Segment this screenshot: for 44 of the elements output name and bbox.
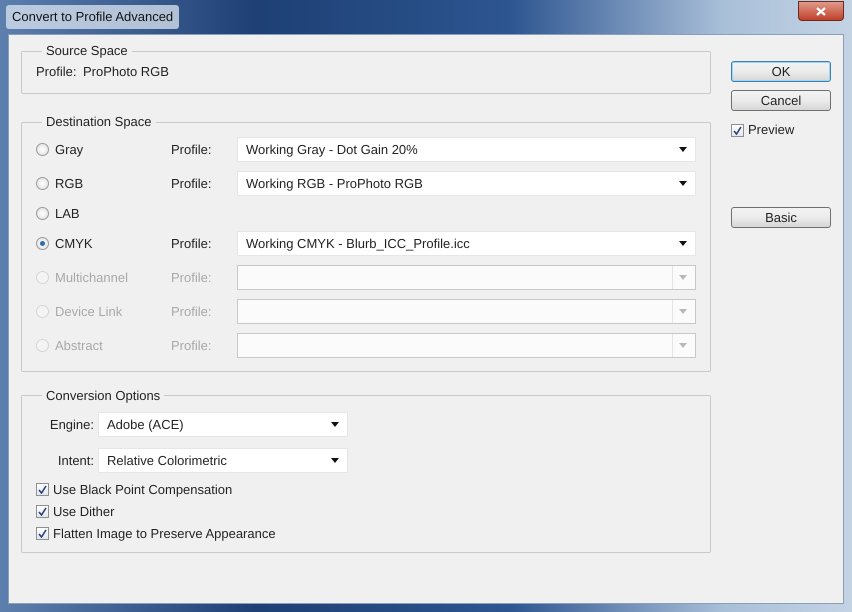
profile-dropdown[interactable]: Working Gray - Dot Gain 20% xyxy=(237,137,696,162)
dropdown-caret-icon xyxy=(679,309,687,314)
checkbox-label: Preview xyxy=(748,121,794,140)
checkbox[interactable] xyxy=(731,124,744,136)
close-icon xyxy=(816,6,826,16)
field-label: Profile: xyxy=(171,268,212,287)
dropdown-caret-icon xyxy=(331,458,339,463)
group-title: Conversion Options xyxy=(45,388,162,404)
checkbox[interactable] xyxy=(36,482,49,496)
group-title: Source Space xyxy=(45,43,129,60)
field-label: Profile: xyxy=(171,234,212,253)
radio-option[interactable]: Gray xyxy=(36,140,171,160)
radio-option[interactable]: LAB xyxy=(36,204,171,224)
field-label: Profile: xyxy=(36,62,76,81)
dropdown-caret-icon xyxy=(679,241,687,246)
field-label: Intent: xyxy=(56,452,95,470)
close-button[interactable] xyxy=(798,1,844,21)
radio-option[interactable]: RGB xyxy=(36,174,171,194)
checkbox[interactable] xyxy=(36,526,49,540)
option-dropdown[interactable]: Relative Colorimetric xyxy=(98,448,348,473)
field-label: Profile: xyxy=(171,174,212,193)
field-value: ProPhoto RGB xyxy=(82,62,169,81)
basic-button[interactable]: Basic xyxy=(731,207,831,228)
field-label: Profile: xyxy=(171,336,212,355)
checkbox-label: Flatten Image to Preserve Appearance xyxy=(53,524,276,543)
checkbox-label: Use Dither xyxy=(53,502,114,521)
profile-dropdown[interactable]: Working CMYK - Blurb_ICC_Profile.icc xyxy=(237,231,696,256)
radio-option[interactable]: CMYK xyxy=(36,234,171,254)
window-title: Convert to Profile Advanced xyxy=(6,5,180,29)
group-title: Destination Space xyxy=(45,114,153,131)
dropdown-caret-icon xyxy=(331,422,339,427)
field-label: Profile: xyxy=(171,140,212,159)
option-dropdown[interactable]: Adobe (ACE) xyxy=(98,412,348,437)
dropdown-caret-icon xyxy=(679,275,687,280)
profile-dropdown[interactable]: Working RGB - ProPhoto RGB xyxy=(237,171,696,196)
checkbox-label: Use Black Point Compensation xyxy=(53,480,232,499)
cancel-button[interactable]: Cancel xyxy=(731,90,831,111)
dropdown-caret-icon xyxy=(679,147,687,152)
dropdown-caret-icon xyxy=(679,181,687,186)
field-label: Engine: xyxy=(48,416,95,434)
ok-button[interactable]: OK xyxy=(731,61,831,82)
dropdown-caret-icon xyxy=(679,343,687,348)
field-label: Profile: xyxy=(171,302,212,321)
checkbox[interactable] xyxy=(36,504,49,518)
